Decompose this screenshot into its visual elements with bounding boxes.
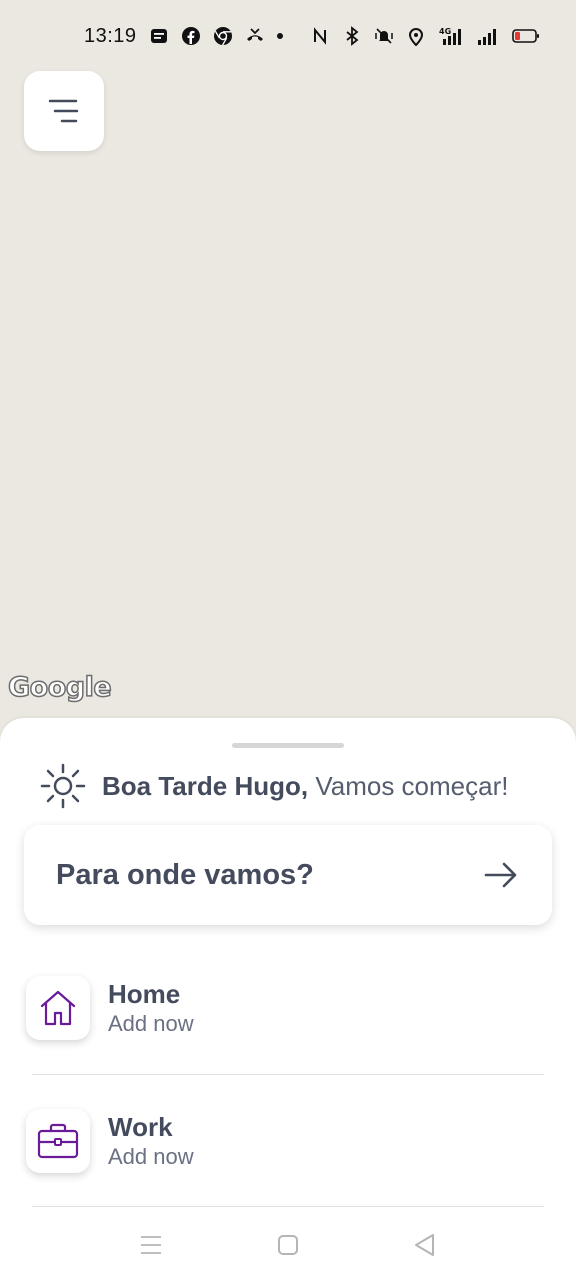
- google-attribution[interactable]: Google: [7, 671, 112, 704]
- status-left: 13:19: [84, 25, 283, 48]
- menu-button[interactable]: [24, 71, 104, 151]
- place-subtitle: Add now: [108, 1011, 194, 1036]
- greeting-name: Boa Tarde Hugo,: [102, 770, 309, 801]
- destination-search[interactable]: Para onde vamos?: [24, 825, 552, 925]
- facebook-icon: [181, 27, 200, 45]
- divider: [32, 1074, 544, 1075]
- recents-icon[interactable]: [138, 1232, 164, 1258]
- bottom-sheet: Boa Tarde Hugo, Vamos começar! Para onde…: [0, 718, 576, 1280]
- status-right: 4G: [310, 26, 540, 46]
- status-bar: 13:19 4G: [0, 0, 576, 72]
- missed-call-icon: [246, 28, 263, 41]
- place-texts-home: Home Add now: [108, 978, 194, 1038]
- vibrate-icon: [375, 28, 393, 44]
- location-icon: [408, 28, 424, 46]
- place-title: Home: [108, 979, 181, 1009]
- back-icon[interactable]: [412, 1232, 438, 1258]
- place-item-work[interactable]: Work Add now: [24, 1091, 544, 1191]
- place-title: Work: [108, 1112, 173, 1142]
- briefcase-icon: [37, 1123, 79, 1159]
- system-nav-bar: [0, 1208, 576, 1280]
- status-time: 13:19: [84, 24, 137, 47]
- divider: [32, 1206, 544, 1207]
- notification-dot: [276, 33, 283, 39]
- search-label: Para onde vamos?: [56, 858, 314, 891]
- signal-icon: [478, 29, 496, 45]
- bluetooth-icon: [346, 26, 359, 46]
- place-subtitle: Add now: [108, 1144, 194, 1169]
- chrome-icon: [213, 27, 232, 46]
- home-icon: [40, 990, 76, 1026]
- home-nav-icon[interactable]: [275, 1232, 301, 1258]
- greeting: Boa Tarde Hugo, Vamos começar!: [40, 763, 509, 809]
- sun-icon: [40, 763, 86, 809]
- arrow-right-icon[interactable]: [484, 862, 518, 888]
- place-item-home[interactable]: Home Add now: [24, 958, 544, 1058]
- svg-text:4G: 4G: [439, 27, 451, 36]
- greeting-text: Vamos começar!: [315, 770, 509, 801]
- menu-icon: [48, 99, 79, 123]
- nfc-icon: [314, 27, 326, 45]
- drag-handle[interactable]: [232, 743, 344, 748]
- battery-low-icon: [512, 29, 539, 43]
- 4g-signal-icon: 4G: [439, 27, 461, 45]
- home-icon-box: [26, 976, 90, 1040]
- place-texts-work: Work Add now: [108, 1111, 194, 1171]
- message-icon: [150, 29, 167, 43]
- work-icon-box: [26, 1109, 90, 1173]
